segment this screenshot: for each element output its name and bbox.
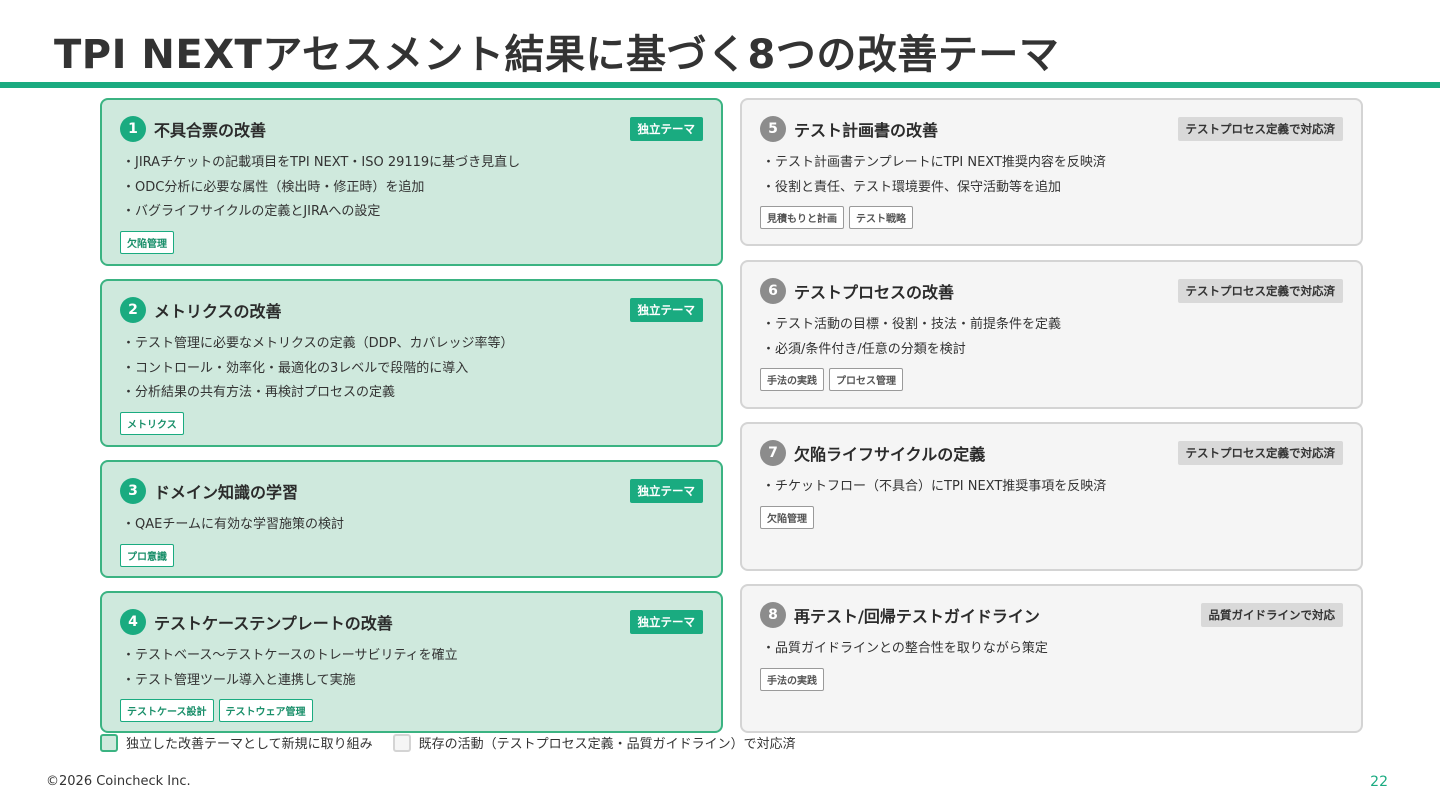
page-title: TPI NEXTアセスメント結果に基づく8つの改善テーマ xyxy=(54,32,1060,78)
theme-card-4: 4 テストケーステンプレートの改善 独立テーマ ・テストベース〜テストケースのト… xyxy=(100,591,723,733)
theme-title: 不具合票の改善 xyxy=(154,121,267,140)
theme-item: ・テスト活動の目標・役割・技法・前提条件を定義 xyxy=(762,317,1062,332)
theme-number-badge: 8 xyxy=(760,602,786,628)
tpi-area-tag: 見積もりと計画 xyxy=(760,206,844,229)
tpi-area-tag: テストウェア管理 xyxy=(218,699,313,722)
theme-item: ・JIRAチケットの記載項目をTPI NEXT・ISO 29119に基づき見直し xyxy=(122,155,521,170)
tpi-area-tag: 手法の実践 xyxy=(760,368,824,391)
status-badge: 独立テーマ xyxy=(629,117,703,141)
theme-number-badge: 7 xyxy=(760,440,786,466)
theme-item: ・テスト管理ツール導入と連携して実施 xyxy=(122,672,356,688)
theme-item: ・役割と責任、テスト環境要件、保守活動等を追加 xyxy=(762,179,1062,195)
theme-title: テストケーステンプレートの改善 xyxy=(154,614,393,633)
title-divider xyxy=(0,82,1440,88)
tpi-area-tag: 手法の実践 xyxy=(760,667,824,691)
tpi-area-tag: 欠陥管理 xyxy=(120,230,174,254)
theme-item: ・テスト管理に必要なメトリクスの定義（DDP、カバレッジ率等） xyxy=(122,336,514,351)
theme-card-1: 1 不具合票の改善 独立テーマ ・JIRAチケットの記載項目をTPI NEXT・… xyxy=(100,98,723,266)
status-badge: 独立テーマ xyxy=(629,298,703,322)
theme-item: ・バグライフサイクルの定義とJIRAへの設定 xyxy=(122,204,381,219)
theme-item: ・ODC分析に必要な属性（検出時・修正時）を追加 xyxy=(122,179,425,195)
theme-card-2: 2 メトリクスの改善 独立テーマ ・テスト管理に必要なメトリクスの定義（DDP、… xyxy=(100,279,723,447)
theme-title: テストプロセスの改善 xyxy=(794,283,955,302)
legend-swatch-new xyxy=(100,733,118,752)
theme-title: 欠陥ライフサイクルの定義 xyxy=(794,445,986,464)
theme-number-badge: 5 xyxy=(760,116,786,142)
legend-label-new: 独立した改善テーマとして新規に取り組み xyxy=(126,737,373,752)
theme-title: テスト計画書の改善 xyxy=(794,121,939,140)
status-badge: テストプロセス定義で対応済 xyxy=(1177,441,1343,465)
page-number: 22 xyxy=(1370,774,1388,790)
theme-title: メトリクスの改善 xyxy=(154,302,282,321)
legend: 独立した改善テーマとして新規に取り組み 既存の活動（テストプロセス定義・品質ガイ… xyxy=(100,733,796,752)
theme-item: ・チケットフロー（不具合）にTPI NEXT推奨事項を反映済 xyxy=(762,479,1107,494)
theme-item: ・コントロール・効率化・最適化の3レベルで段階的に導入 xyxy=(122,360,469,376)
legend-label-existing: 既存の活動（テストプロセス定義・品質ガイドライン）で対応済 xyxy=(418,737,796,752)
theme-item: ・テスト計画書テンプレートにTPI NEXT推奨内容を反映済 xyxy=(762,155,1106,170)
legend-swatch-existing xyxy=(392,733,411,752)
tpi-area-tag: 欠陥管理 xyxy=(760,505,814,529)
theme-item: ・必須/条件付き/任意の分類を検討 xyxy=(762,341,966,357)
theme-item: ・テストベース〜テストケースのトレーサビリティを確立 xyxy=(122,648,458,663)
tpi-area-tag: テストケース設計 xyxy=(120,699,214,722)
theme-item: ・QAEチームに有効な学習施策の検討 xyxy=(122,517,344,532)
theme-card-6: 6 テストプロセスの改善 テストプロセス定義で対応済 ・テスト活動の目標・役割・… xyxy=(740,260,1363,409)
status-badge: 品質ガイドラインで対応 xyxy=(1200,603,1343,627)
tpi-area-tag: メトリクス xyxy=(120,411,184,435)
theme-number-badge: 4 xyxy=(120,609,146,635)
status-badge: テストプロセス定義で対応済 xyxy=(1177,279,1343,303)
tpi-area-tag: プロ意識 xyxy=(120,543,174,567)
theme-number-badge: 6 xyxy=(760,278,786,304)
theme-number-badge: 2 xyxy=(120,297,146,323)
theme-card-7: 7 欠陥ライフサイクルの定義 テストプロセス定義で対応済 ・チケットフロー（不具… xyxy=(740,422,1363,571)
status-badge: 独立テーマ xyxy=(629,610,703,634)
tpi-area-tag: プロセス管理 xyxy=(829,368,903,391)
theme-title: 再テスト/回帰テストガイドライン xyxy=(794,607,1040,626)
theme-number-badge: 1 xyxy=(120,116,146,142)
tpi-area-tag: テスト戦略 xyxy=(849,206,913,229)
theme-item: ・品質ガイドラインとの整合性を取りながら策定 xyxy=(762,641,1048,656)
theme-card-3: 3 ドメイン知識の学習 独立テーマ ・QAEチームに有効な学習施策の検討 プロ意… xyxy=(100,460,723,578)
status-badge: テストプロセス定義で対応済 xyxy=(1177,117,1343,141)
theme-card-5: 5 テスト計画書の改善 テストプロセス定義で対応済 ・テスト計画書テンプレートに… xyxy=(740,98,1363,246)
theme-card-8: 8 再テスト/回帰テストガイドライン 品質ガイドラインで対応 ・品質ガイドライン… xyxy=(740,584,1363,733)
status-badge: 独立テーマ xyxy=(629,479,703,503)
copyright: ©2026 Coincheck Inc. xyxy=(46,774,191,789)
theme-item: ・分析結果の共有方法・再検討プロセスの定義 xyxy=(122,385,396,400)
theme-title: ドメイン知識の学習 xyxy=(154,483,299,502)
theme-number-badge: 3 xyxy=(120,478,146,504)
